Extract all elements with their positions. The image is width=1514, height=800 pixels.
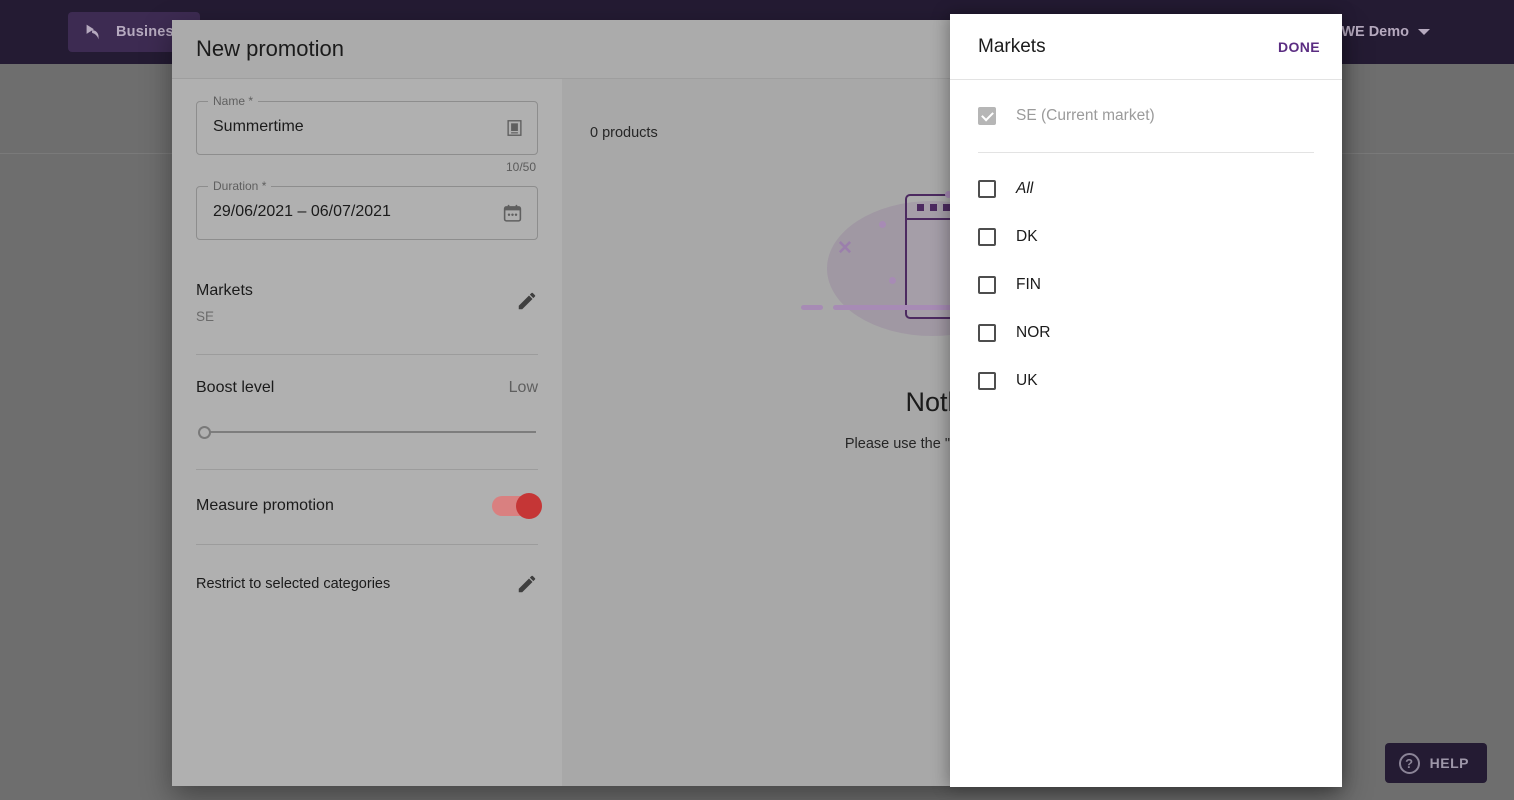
name-field[interactable]: Name * Summertime: [196, 94, 538, 155]
logo-icon: [82, 21, 104, 43]
markets-section: Markets SE: [196, 282, 538, 324]
help-button[interactable]: ? HELP: [1384, 743, 1487, 783]
product-count: 0 products: [590, 125, 658, 141]
market-label: FIN: [1016, 276, 1041, 293]
illustration-line: [833, 305, 953, 310]
duration-field-value: 29/06/2021 – 06/07/2021: [213, 203, 391, 220]
restrict-categories-title: Restrict to selected categories: [196, 576, 391, 592]
markets-side-panel: Markets DONE SE (Current market) All DK …: [950, 14, 1342, 787]
boost-level-title: Boost level: [196, 379, 275, 396]
illustration-dot: [889, 277, 896, 284]
markets-section-title: Markets: [196, 282, 253, 299]
market-label-current: SE (Current market): [1016, 107, 1155, 124]
markets-option-list: SE (Current market) All DK FIN NOR UK: [950, 80, 1342, 787]
market-row-uk[interactable]: UK: [950, 357, 1342, 405]
illustration-line: [801, 305, 823, 310]
market-row-fin[interactable]: FIN: [950, 261, 1342, 309]
checkbox-icon[interactable]: [978, 228, 996, 246]
slider-thumb[interactable]: [198, 426, 211, 439]
market-row-current: SE (Current market): [950, 92, 1342, 140]
illustration-window-dot: [930, 204, 937, 211]
market-row-dk[interactable]: DK: [950, 213, 1342, 261]
restrict-categories-edit-pencil-icon[interactable]: [516, 573, 538, 595]
checkbox-icon[interactable]: [978, 180, 996, 198]
boost-level-value: Low: [508, 379, 538, 396]
measure-promotion-toggle[interactable]: [492, 493, 542, 519]
boost-level-slider[interactable]: [198, 423, 536, 441]
markets-edit-pencil-icon[interactable]: [516, 290, 538, 312]
name-char-counter: 10/50: [505, 160, 536, 174]
illustration-x-icon: ✕: [837, 238, 853, 259]
toggle-knob: [516, 493, 542, 519]
promotion-form: Name * Summertime 10/50 Duration * 29/06…: [172, 79, 562, 786]
question-mark-icon: ?: [1398, 752, 1420, 774]
account-label: WE Demo: [1341, 24, 1409, 40]
translate-field-icon[interactable]: [506, 120, 523, 137]
market-label: DK: [1016, 228, 1038, 245]
market-row-all[interactable]: All: [950, 165, 1342, 213]
markets-panel-header: Markets DONE: [950, 14, 1342, 80]
chevron-down-icon: [1418, 29, 1430, 35]
market-label: All: [1016, 180, 1034, 197]
measure-promotion-title: Measure promotion: [196, 497, 334, 514]
help-label: HELP: [1429, 755, 1469, 771]
name-field-value: Summertime: [213, 118, 304, 135]
market-row-nor[interactable]: NOR: [950, 309, 1342, 357]
duration-field-label: Duration *: [208, 179, 272, 193]
markets-panel-title: Markets: [978, 35, 1046, 57]
checkbox-icon[interactable]: [978, 276, 996, 294]
boost-level-section: Boost level Low: [196, 379, 538, 397]
markets-done-button[interactable]: DONE: [1278, 39, 1320, 55]
divider: [196, 469, 538, 470]
slider-track: [206, 431, 536, 433]
name-field-label: Name *: [208, 94, 259, 108]
divider: [196, 544, 538, 545]
checkbox-icon[interactable]: [978, 372, 996, 390]
checkbox-icon[interactable]: [978, 324, 996, 342]
measure-promotion-section: Measure promotion: [196, 493, 542, 519]
calendar-icon[interactable]: [502, 203, 523, 224]
restrict-categories-section: Restrict to selected categories: [196, 573, 538, 595]
duration-field[interactable]: Duration * 29/06/2021 – 06/07/2021: [196, 179, 538, 240]
illustration-window-dot: [943, 204, 950, 211]
illustration-dot: [879, 221, 886, 228]
markets-section-value: SE: [196, 309, 215, 324]
checkbox-checked-disabled-icon: [978, 107, 996, 125]
page-title: New promotion: [196, 36, 344, 61]
market-label: UK: [1016, 372, 1038, 389]
illustration-window-dot: [917, 204, 924, 211]
market-label: NOR: [1016, 324, 1051, 341]
divider: [196, 354, 538, 355]
account-menu[interactable]: WE Demo: [1341, 0, 1430, 64]
